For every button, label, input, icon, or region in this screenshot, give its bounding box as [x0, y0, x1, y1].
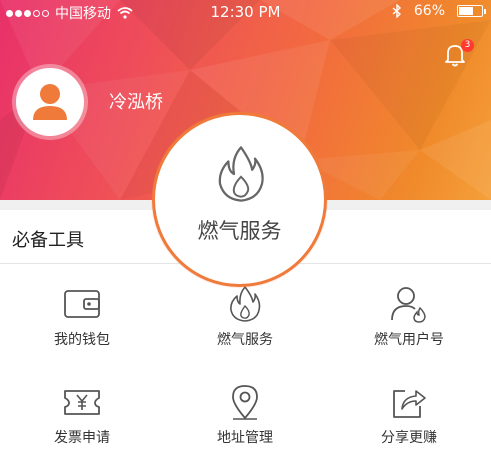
user-avatar-icon	[33, 84, 67, 120]
tool-gas-account[interactable]: 燃气用户号	[327, 284, 491, 380]
tool-share[interactable]: 分享更赚	[327, 382, 491, 462]
wallet-icon	[64, 290, 100, 318]
tool-label: 地址管理	[217, 430, 273, 446]
notification-badge: 3	[461, 39, 474, 52]
tool-label: 分享更赚	[381, 430, 437, 446]
tool-invoice[interactable]: 发票申请	[0, 382, 164, 462]
tool-label: 发票申请	[54, 430, 110, 446]
tool-wallet[interactable]: 我的钱包	[0, 284, 164, 380]
tool-gas-service[interactable]: 燃气服务	[163, 284, 327, 380]
battery-percent: 66%	[413, 3, 445, 19]
share-icon	[393, 390, 426, 418]
flame-icon	[230, 286, 261, 322]
avatar[interactable]	[12, 64, 88, 140]
tool-label: 我的钱包	[54, 332, 110, 348]
location-pin-icon	[232, 385, 258, 420]
invoice-icon	[64, 390, 100, 415]
battery-icon	[457, 5, 486, 17]
tool-address[interactable]: 地址管理	[163, 382, 327, 462]
featured-label: 燃气服务	[197, 219, 282, 243]
tool-label: 燃气用户号	[374, 332, 444, 348]
bluetooth-icon	[392, 4, 401, 18]
featured-gas-service[interactable]: 燃气服务	[152, 112, 327, 287]
tool-label: 燃气服务	[217, 332, 273, 348]
status-bar: 中国移动 12:30 PM 66%	[0, 0, 491, 24]
username: 冷泓桥	[109, 92, 163, 113]
tools-section-title: 必备工具	[12, 230, 84, 251]
user-flame-icon	[391, 287, 426, 323]
flame-icon	[218, 146, 264, 202]
